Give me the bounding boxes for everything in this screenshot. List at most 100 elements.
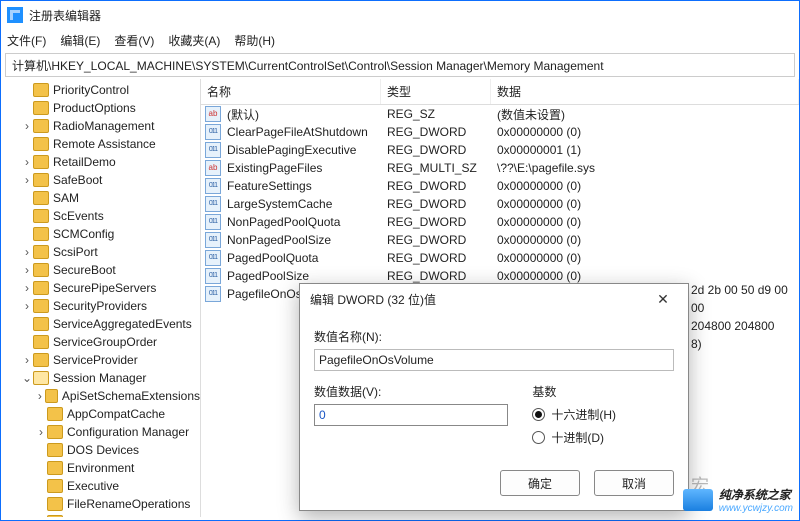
expand-icon[interactable]: ›	[35, 423, 47, 441]
expand-icon[interactable]: ›	[21, 261, 33, 279]
dialog-title: 编辑 DWORD (32 位)值	[310, 291, 436, 308]
value-name: ExistingPageFiles	[221, 161, 381, 175]
edit-dword-dialog: 编辑 DWORD (32 位)值 ✕ 数值名称(N): 数值数据(V): 基数 …	[299, 283, 689, 511]
tree-node[interactable]: › SecurityProviders	[1, 297, 200, 315]
tree-node[interactable]: AppCompatCache	[1, 405, 200, 423]
tree-node[interactable]: FileRenameOperations	[1, 495, 200, 513]
tree-label: SCMConfig	[53, 225, 114, 243]
folder-icon	[47, 479, 63, 493]
value-type: REG_DWORD	[381, 269, 491, 283]
expand-icon[interactable]: ›	[21, 117, 33, 135]
expand-icon[interactable]: ›	[21, 171, 33, 189]
ok-button[interactable]: 确定	[500, 470, 580, 496]
value-row[interactable]: ClearPageFileAtShutdownREG_DWORD0x000000…	[201, 123, 799, 141]
dialog-titlebar[interactable]: 编辑 DWORD (32 位)值 ✕	[300, 284, 688, 314]
tree-node[interactable]: ›RetailDemo	[1, 153, 200, 171]
tree-node[interactable]: ›ApiSetSchemaExtensions	[1, 387, 200, 405]
tree-node[interactable]: SAM	[1, 189, 200, 207]
tree-node[interactable]: ServiceAggregatedEvents	[1, 315, 200, 333]
tree-node[interactable]: ScEvents	[1, 207, 200, 225]
tree-node[interactable]: I/O System	[1, 513, 200, 517]
menu-favorites[interactable]: 收藏夹(A)	[168, 32, 220, 49]
tree-node[interactable]: › SecurePipeServers	[1, 279, 200, 297]
folder-icon	[47, 443, 63, 457]
address-bar[interactable]: 计算机\HKEY_LOCAL_MACHINE\SYSTEM\CurrentCon…	[5, 53, 795, 77]
expand-icon[interactable]: ⌄	[21, 369, 33, 387]
value-name: ClearPageFileAtShutdown	[221, 125, 381, 139]
dword-value-icon	[205, 178, 221, 194]
tree-node[interactable]: ⌄Session Manager	[1, 369, 200, 387]
folder-icon	[47, 515, 63, 517]
tree-label: ServiceGroupOrder	[53, 333, 157, 351]
tree-node[interactable]: ›ScsiPort	[1, 243, 200, 261]
cancel-button[interactable]: 取消	[594, 470, 674, 496]
value-row[interactable]: FeatureSettingsREG_DWORD0x00000000 (0)	[201, 177, 799, 195]
folder-icon	[33, 155, 49, 169]
value-data: 0x00000001 (1)	[491, 143, 799, 157]
expand-icon[interactable]: ›	[21, 297, 33, 315]
value-name: LargeSystemCache	[221, 197, 381, 211]
tree-node[interactable]: ›SecureBoot	[1, 261, 200, 279]
folder-icon	[47, 497, 63, 511]
expand-icon[interactable]: ›	[21, 279, 33, 297]
tree-node[interactable]: DOS Devices	[1, 441, 200, 459]
col-data[interactable]: 数据	[491, 79, 799, 104]
tree-node[interactable]: SCMConfig	[1, 225, 200, 243]
value-row[interactable]: (默认)REG_SZ(数值未设置)	[201, 105, 799, 123]
value-row[interactable]: NonPagedPoolSizeREG_DWORD0x00000000 (0)	[201, 231, 799, 249]
col-name[interactable]: 名称	[201, 79, 381, 104]
tree-node[interactable]: ProductOptions	[1, 99, 200, 117]
overflow-data: 2d 2b 00 50 d9 00 00204800 2048008)	[691, 281, 799, 353]
folder-icon	[47, 425, 63, 439]
radio-hex[interactable]: 十六进制(H)	[532, 406, 674, 423]
dword-value-icon	[205, 124, 221, 140]
tree-node[interactable]: ›Configuration Manager	[1, 423, 200, 441]
value-row[interactable]: NonPagedPoolQuotaREG_DWORD0x00000000 (0)	[201, 213, 799, 231]
menu-file[interactable]: 文件(F)	[7, 32, 46, 49]
menu-view[interactable]: 查看(V)	[114, 32, 154, 49]
value-row[interactable]: DisablePagingExecutiveREG_DWORD0x0000000…	[201, 141, 799, 159]
tree-label: Environment	[67, 459, 134, 477]
tree-label: SecurePipeServers	[53, 279, 156, 297]
tree-label: SecurityProviders	[53, 297, 147, 315]
tree-label: ScEvents	[53, 207, 104, 225]
tree-node[interactable]: ServiceGroupOrder	[1, 333, 200, 351]
watermark: 纯净系统之家 www.ycwjzy.com	[683, 486, 793, 514]
tree-view[interactable]: PriorityControlProductOptions›RadioManag…	[1, 79, 201, 517]
value-type: REG_DWORD	[381, 143, 491, 157]
folder-icon	[33, 317, 49, 331]
value-data: \??\E:\pagefile.sys	[491, 161, 799, 175]
folder-icon	[33, 281, 49, 295]
expand-icon[interactable]: ›	[21, 153, 33, 171]
value-row[interactable]: ExistingPageFilesREG_MULTI_SZ\??\E:\page…	[201, 159, 799, 177]
value-type: REG_SZ	[381, 107, 491, 121]
dword-value-icon	[205, 286, 221, 302]
radio-dec[interactable]: 十进制(D)	[532, 429, 674, 446]
col-type[interactable]: 类型	[381, 79, 491, 104]
folder-icon	[33, 191, 49, 205]
menu-edit[interactable]: 编辑(E)	[60, 32, 100, 49]
value-name: NonPagedPoolQuota	[221, 215, 381, 229]
dword-value-icon	[205, 268, 221, 284]
close-icon[interactable]: ✕	[648, 291, 678, 308]
tree-node[interactable]: ›SafeBoot	[1, 171, 200, 189]
expand-icon[interactable]: ›	[21, 243, 33, 261]
tree-node[interactable]: PriorityControl	[1, 81, 200, 99]
value-data: 0x00000000 (0)	[491, 197, 799, 211]
tree-node[interactable]: Executive	[1, 477, 200, 495]
value-row[interactable]: LargeSystemCacheREG_DWORD0x00000000 (0)	[201, 195, 799, 213]
folder-icon	[33, 83, 49, 97]
tree-node[interactable]: Remote Assistance	[1, 135, 200, 153]
value-data-field[interactable]	[314, 404, 508, 426]
tree-label: Executive	[67, 477, 119, 495]
tree-node[interactable]: ›RadioManagement	[1, 117, 200, 135]
value-row[interactable]: PagedPoolQuotaREG_DWORD0x00000000 (0)	[201, 249, 799, 267]
window-title: 注册表编辑器	[29, 7, 101, 24]
menu-help[interactable]: 帮助(H)	[234, 32, 275, 49]
dword-value-icon	[205, 196, 221, 212]
expand-icon[interactable]: ›	[21, 351, 33, 369]
tree-node[interactable]: ›ServiceProvider	[1, 351, 200, 369]
dword-value-icon	[205, 214, 221, 230]
tree-node[interactable]: Environment	[1, 459, 200, 477]
expand-icon[interactable]: ›	[35, 387, 45, 405]
